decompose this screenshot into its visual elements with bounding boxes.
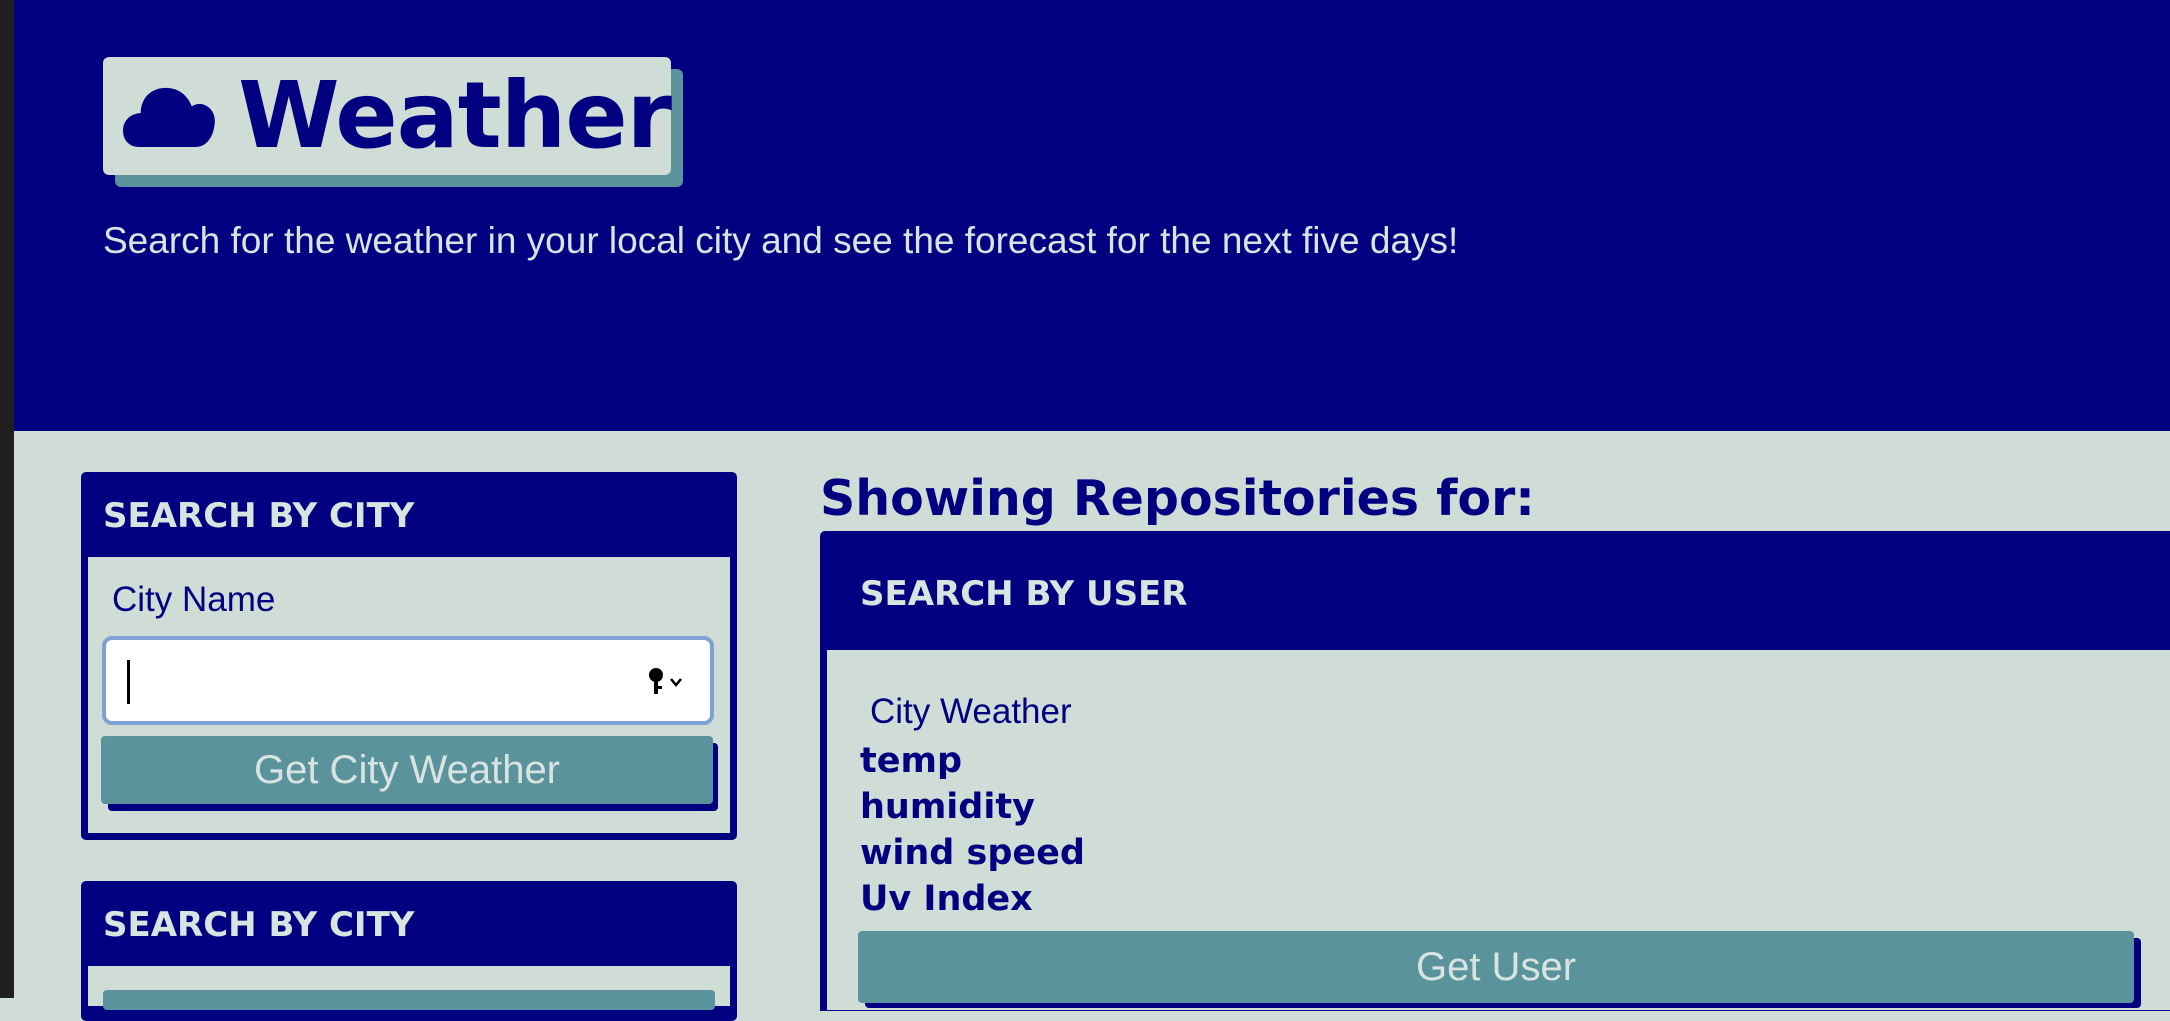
cloud-icon xyxy=(123,87,215,148)
card-2-button-peek[interactable] xyxy=(103,990,715,1010)
card-heading-2: SEARCH BY CITY xyxy=(103,905,415,945)
wind-speed-label: wind speed xyxy=(860,833,1085,873)
uv-index-label: Uv Index xyxy=(860,879,1033,919)
city-name-label: City Name xyxy=(112,580,276,619)
city-name-input[interactable] xyxy=(122,654,656,710)
city-input-container[interactable] xyxy=(102,636,714,725)
app-title-badge: Weather xyxy=(103,57,672,175)
text-caret xyxy=(127,660,130,704)
app-title: Weather xyxy=(238,62,672,169)
key-icon[interactable] xyxy=(646,666,686,696)
get-city-weather-button[interactable]: Get City Weather xyxy=(101,736,713,804)
browser-edge xyxy=(0,0,14,998)
city-weather-title: City Weather xyxy=(870,692,1072,731)
card-heading: SEARCH BY CITY xyxy=(103,496,415,536)
repositories-heading: Showing Repositories for: xyxy=(820,470,1535,527)
user-card-heading: SEARCH BY USER xyxy=(860,574,1188,614)
get-user-button[interactable]: Get User xyxy=(858,931,2134,1003)
page-subtitle: Search for the weather in your local cit… xyxy=(103,220,1459,261)
temp-label: temp xyxy=(860,741,962,781)
humidity-label: humidity xyxy=(860,787,1035,827)
